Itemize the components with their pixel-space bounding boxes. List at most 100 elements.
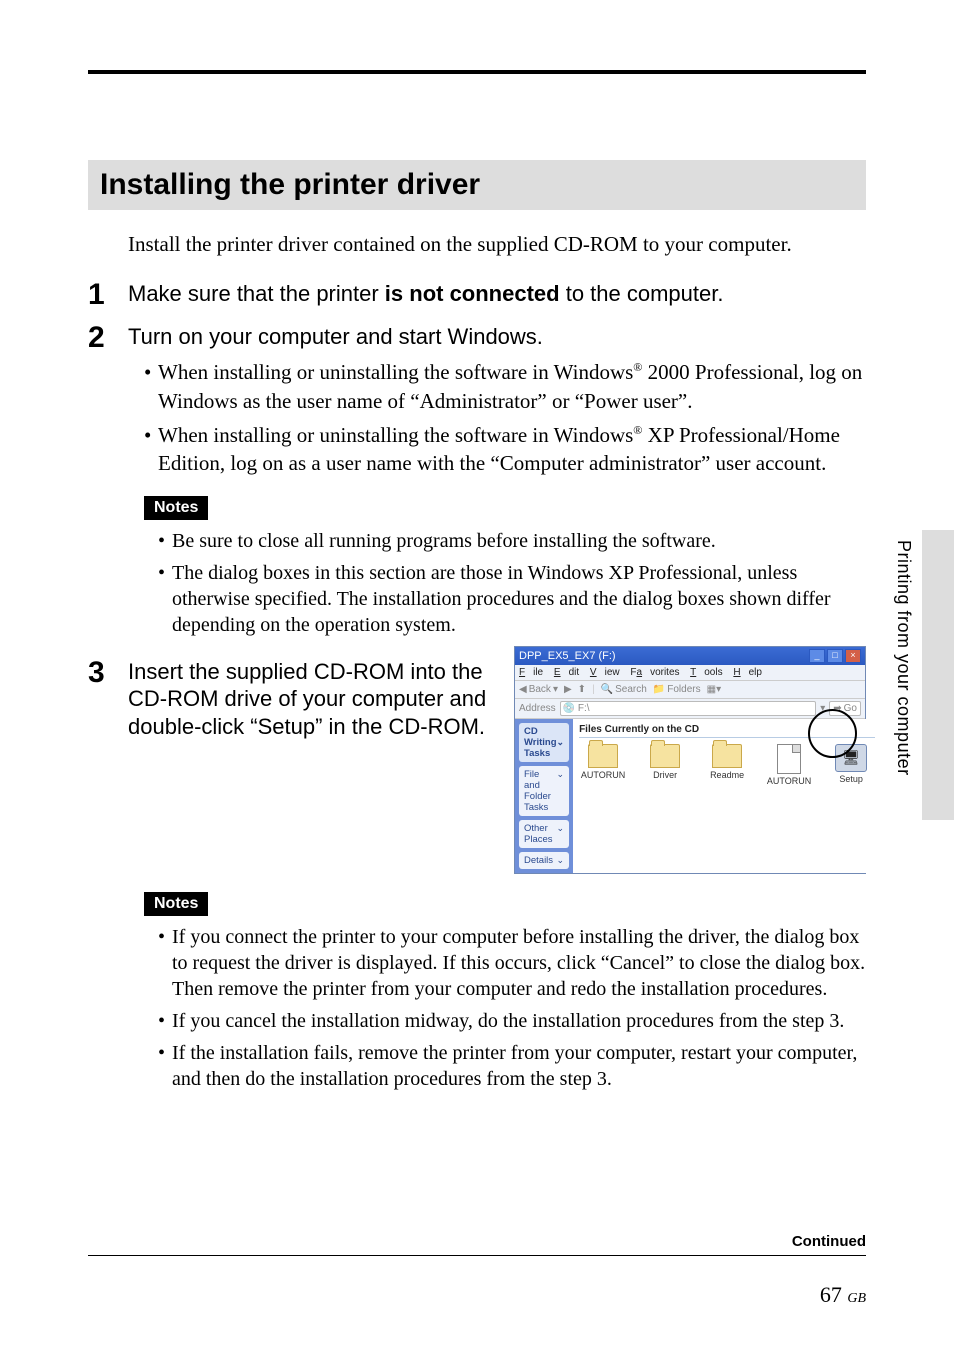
step3-left: 3 Insert the supplied CD-ROM into the CD… bbox=[88, 646, 496, 745]
folders-button[interactable]: 📁 Folders bbox=[653, 684, 701, 695]
file-autorun-inf[interactable]: AUTORUN bbox=[765, 744, 813, 786]
continued-label: Continued bbox=[792, 1233, 866, 1250]
page-number: 67 GB bbox=[820, 1282, 866, 1308]
window-buttons: _ □ × bbox=[809, 649, 861, 663]
minimize-button[interactable]: _ bbox=[809, 649, 825, 663]
bullet-dot: • bbox=[144, 358, 158, 415]
file-icon bbox=[777, 744, 801, 774]
side-other-places[interactable]: Other Places⌄ bbox=[519, 820, 569, 848]
t: Search bbox=[615, 684, 647, 695]
intro-text: Install the printer driver contained on … bbox=[128, 230, 866, 258]
file-icons: AUTORUN Driver Readme AUTORUN 🖥 Setup bbox=[579, 744, 875, 786]
step-number: 2 bbox=[88, 321, 128, 354]
icon-label: Driver bbox=[653, 770, 677, 780]
step1-post: to the computer. bbox=[560, 281, 724, 306]
bullet-dot: • bbox=[158, 528, 172, 554]
t: CD Writing Tasks bbox=[524, 726, 557, 759]
chevron-icon: ⌄ bbox=[557, 737, 565, 748]
address-dropdown[interactable]: ▾ bbox=[820, 703, 825, 714]
t: Folders bbox=[667, 684, 700, 695]
note-text: The dialog boxes in this section are tho… bbox=[172, 560, 866, 638]
bullet: • Be sure to close all running programs … bbox=[158, 528, 866, 554]
bullet-dot: • bbox=[158, 1008, 172, 1034]
search-button[interactable]: 🔍 Search bbox=[601, 684, 647, 695]
step-number: 1 bbox=[88, 278, 128, 311]
note-text: If you connect the printer to your compu… bbox=[172, 924, 866, 1002]
icon-label: Setup bbox=[839, 774, 863, 784]
explorer-sidebar: CD Writing Tasks⌄ File and Folder Tasks⌄… bbox=[515, 719, 573, 873]
chevron-icon: ⌄ bbox=[557, 769, 565, 813]
t: When installing or uninstalling the soft… bbox=[158, 360, 633, 384]
folder-icon bbox=[712, 744, 742, 768]
explorer-window: DPP_EX5_EX7 (F:) _ □ × File Edit View Fa… bbox=[514, 646, 866, 874]
window-title: DPP_EX5_EX7 (F:) bbox=[519, 650, 616, 662]
menu-file[interactable]: File bbox=[519, 667, 543, 678]
bullet: • If the installation fails, remove the … bbox=[158, 1040, 866, 1092]
t: Other Places bbox=[524, 823, 557, 845]
notes-label: Notes bbox=[144, 496, 208, 520]
icon-label: AUTORUN bbox=[767, 776, 811, 786]
file-readme[interactable]: Readme bbox=[703, 744, 751, 786]
file-setup[interactable]: 🖥 Setup bbox=[827, 744, 875, 786]
t: Back bbox=[529, 684, 551, 695]
continued-rule bbox=[88, 1255, 866, 1256]
back-button[interactable]: ◀ Back ▾ bbox=[519, 684, 558, 695]
side-cd-tasks[interactable]: CD Writing Tasks⌄ bbox=[519, 723, 569, 762]
menu-favorites[interactable]: Favorites bbox=[630, 667, 679, 678]
step-3: 3 Insert the supplied CD-ROM into the CD… bbox=[88, 656, 496, 741]
notes-label: Notes bbox=[144, 892, 208, 916]
folder-icon bbox=[588, 744, 618, 768]
forward-button[interactable]: ▶ bbox=[564, 684, 572, 695]
address-input[interactable]: 💿 F:\ bbox=[560, 701, 817, 716]
step-title: Insert the supplied CD-ROM into the CD-R… bbox=[128, 656, 496, 741]
step-title: Turn on your computer and start Windows. bbox=[128, 321, 543, 354]
group-header: Files Currently on the CD bbox=[579, 723, 875, 738]
bullet: • When installing or uninstalling the so… bbox=[144, 358, 866, 415]
up-button[interactable]: ⬆ bbox=[578, 684, 586, 695]
window-titlebar: DPP_EX5_EX7 (F:) _ □ × bbox=[515, 647, 865, 665]
menu-tools[interactable]: Tools bbox=[690, 667, 722, 678]
note-text: If the installation fails, remove the pr… bbox=[172, 1040, 866, 1092]
maximize-button[interactable]: □ bbox=[827, 649, 843, 663]
bullet: • If you cancel the installation midway,… bbox=[158, 1008, 866, 1034]
icon-label: AUTORUN bbox=[581, 770, 625, 780]
side-details[interactable]: Details⌄ bbox=[519, 852, 569, 869]
step3-row: 3 Insert the supplied CD-ROM into the CD… bbox=[88, 646, 866, 874]
menubar: File Edit View Favorites Tools Help bbox=[515, 665, 865, 681]
menu-view[interactable]: View bbox=[590, 667, 620, 678]
address-label: Address bbox=[519, 703, 556, 714]
bullet-dot: • bbox=[158, 1040, 172, 1092]
menu-help[interactable]: Help bbox=[733, 667, 762, 678]
views-button[interactable]: ▦▾ bbox=[707, 684, 721, 695]
top-rule bbox=[88, 70, 866, 74]
side-tab-text: Printing from your computer bbox=[893, 540, 914, 776]
icon-label: Readme bbox=[710, 770, 744, 780]
bullet-dot: • bbox=[144, 421, 158, 478]
go-button[interactable]: ➡ Go bbox=[829, 701, 861, 716]
file-driver[interactable]: Driver bbox=[641, 744, 689, 786]
menu-edit[interactable]: Edit bbox=[554, 667, 579, 678]
step-2: 2 Turn on your computer and start Window… bbox=[88, 321, 866, 354]
t: F:\ bbox=[578, 703, 590, 714]
side-file-folder-tasks[interactable]: File and Folder Tasks⌄ bbox=[519, 766, 569, 816]
t: Details bbox=[524, 855, 553, 866]
t: When installing or uninstalling the soft… bbox=[158, 423, 633, 447]
file-autorun[interactable]: AUTORUN bbox=[579, 744, 627, 786]
bullet: • The dialog boxes in this section are t… bbox=[158, 560, 866, 638]
bullet-dot: • bbox=[158, 560, 172, 638]
section-title: Installing the printer driver bbox=[88, 160, 866, 210]
explorer-main: Files Currently on the CD AUTORUN Driver… bbox=[573, 719, 881, 873]
bullet-dot: • bbox=[158, 924, 172, 1002]
note-text: Be sure to close all running programs be… bbox=[172, 528, 716, 554]
explorer-body: CD Writing Tasks⌄ File and Folder Tasks⌄… bbox=[515, 719, 865, 873]
t: Go bbox=[844, 703, 857, 714]
bullet-text: When installing or uninstalling the soft… bbox=[158, 358, 866, 415]
step-1: 1 Make sure that the printer is not conn… bbox=[88, 278, 866, 311]
side-tab-bg bbox=[922, 530, 954, 820]
step1-pre: Make sure that the printer bbox=[128, 281, 385, 306]
page-region: GB bbox=[847, 1291, 866, 1306]
page-num-value: 67 bbox=[820, 1282, 842, 1307]
setup-icon: 🖥 bbox=[835, 744, 867, 772]
close-button[interactable]: × bbox=[845, 649, 861, 663]
note-text: If you cancel the installation midway, d… bbox=[172, 1008, 844, 1034]
